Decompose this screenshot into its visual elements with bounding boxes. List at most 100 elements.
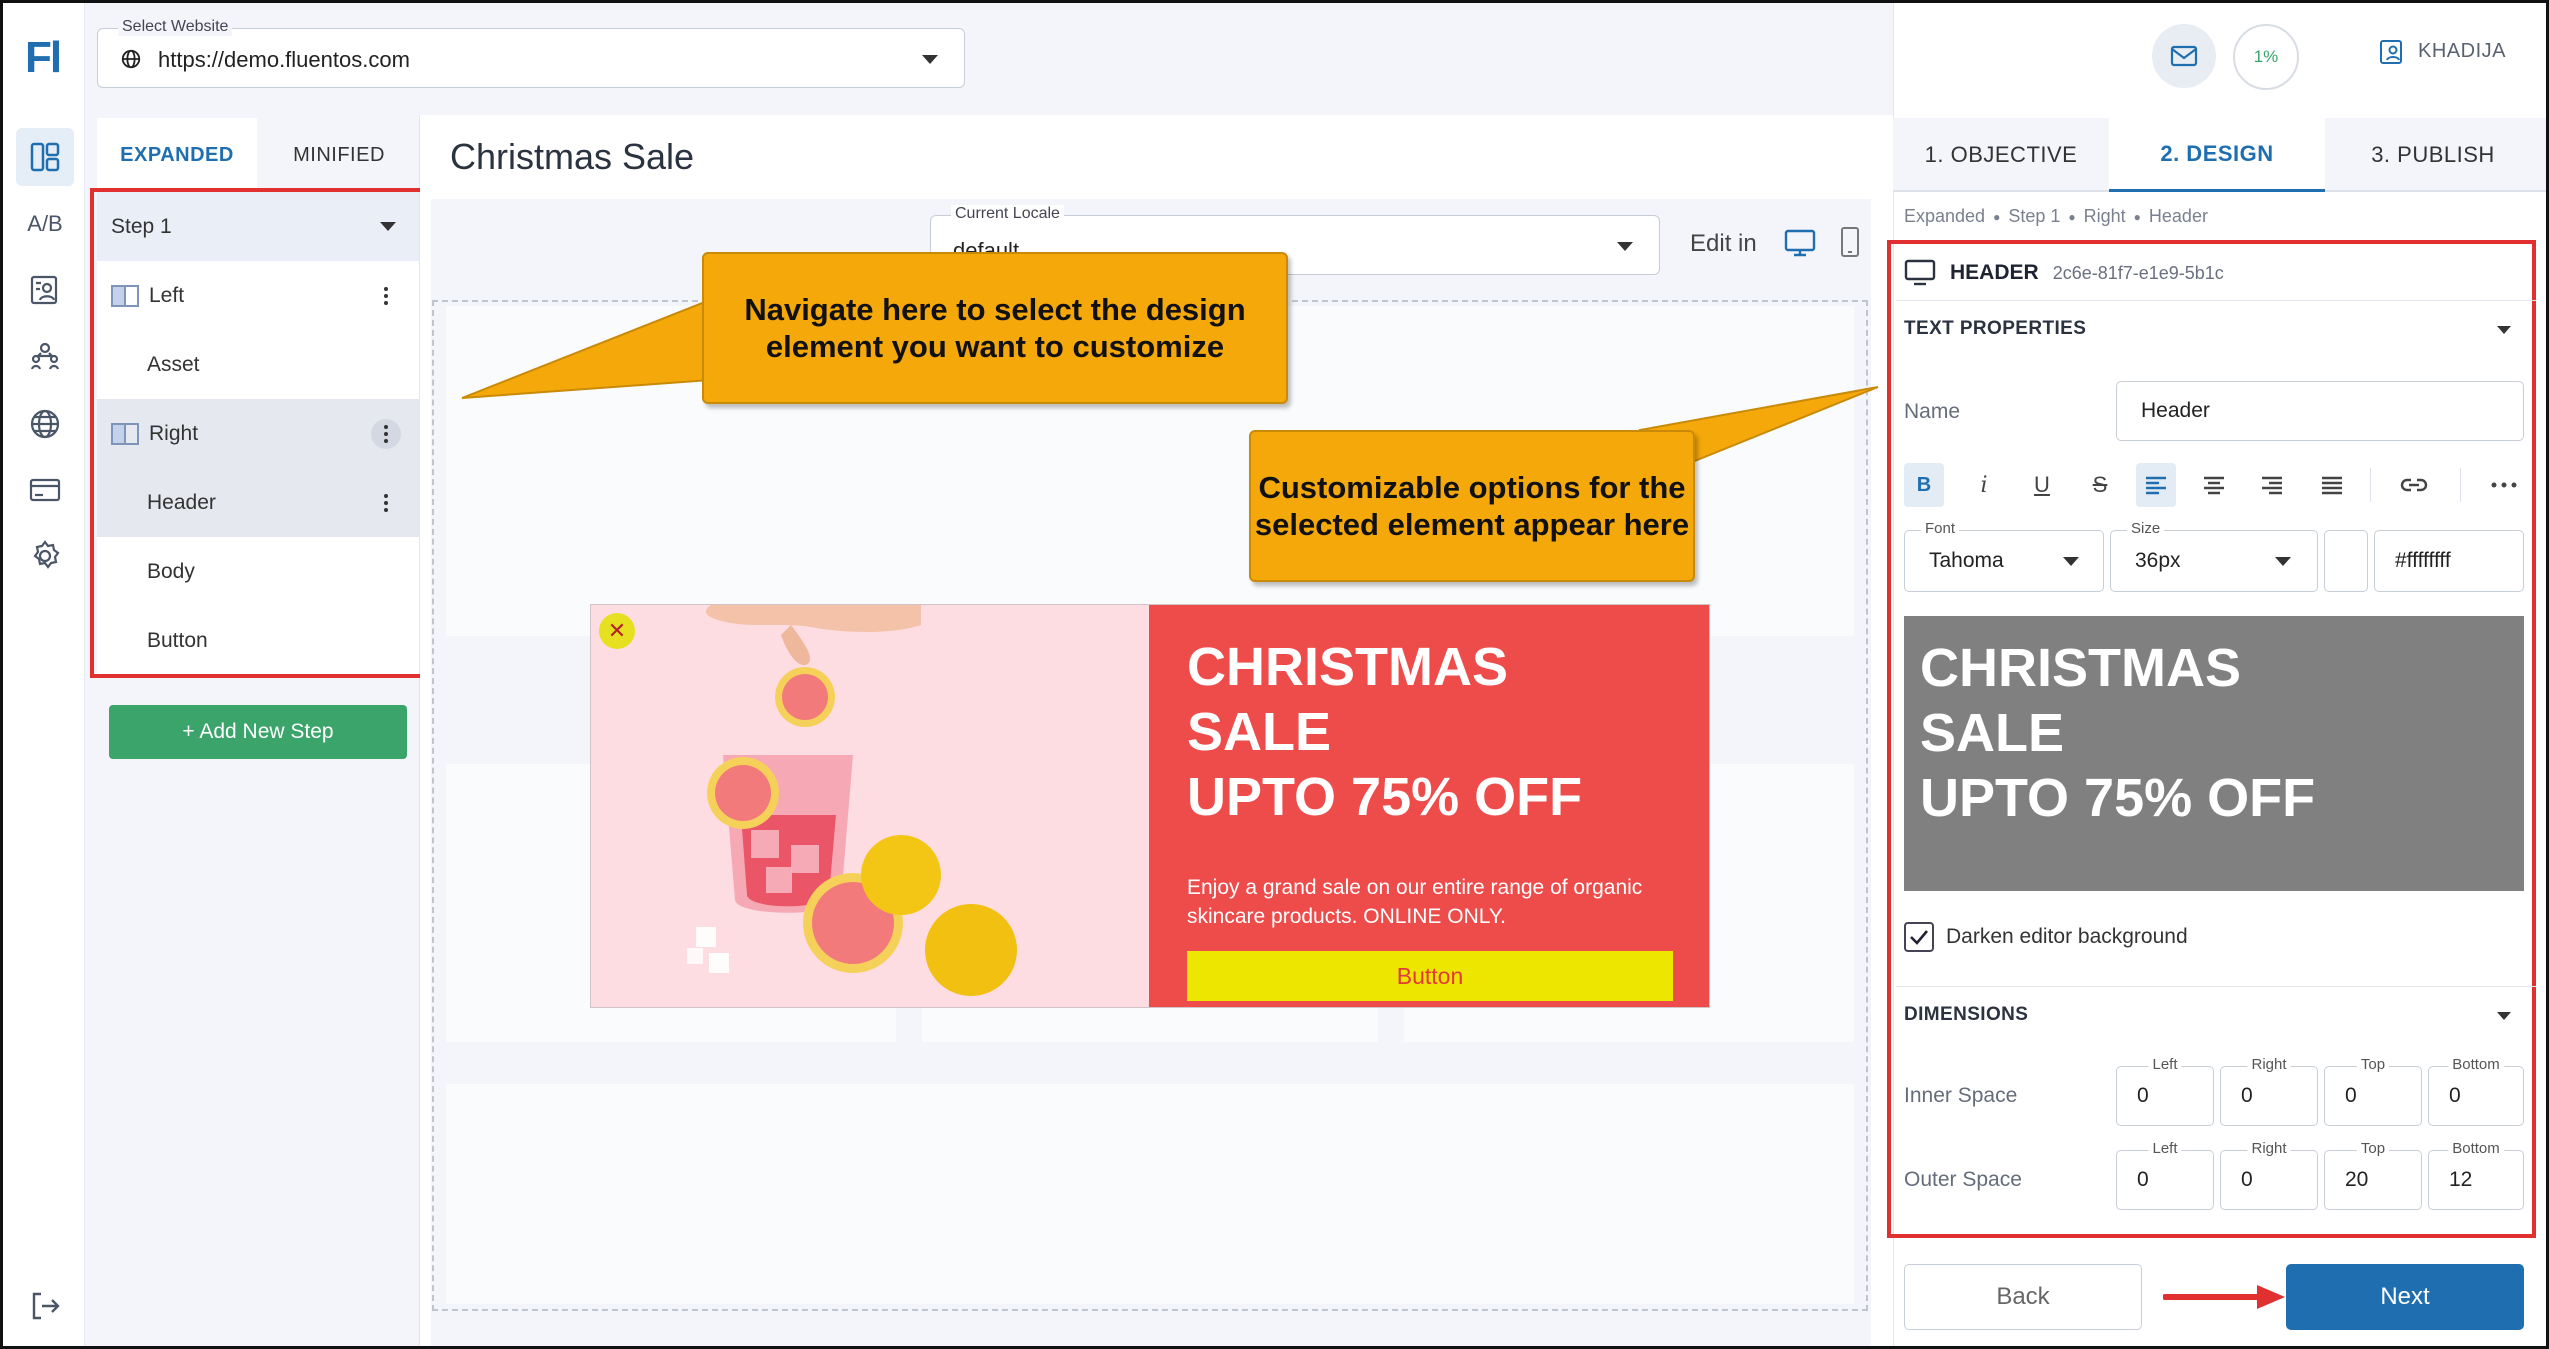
breadcrumb-item[interactable]: Right — [2084, 206, 2126, 226]
tab-minified[interactable]: MINIFIED — [259, 118, 419, 192]
breadcrumb: Expanded ● Step 1 ● Right ● Header — [1904, 206, 2208, 226]
inner-top-input[interactable]: Top 0 — [2324, 1056, 2422, 1126]
text-properties-title[interactable]: TEXT PROPERTIES — [1904, 318, 2086, 340]
popup-asset-image[interactable]: ✕ — [591, 605, 1149, 1007]
desktop-icon[interactable] — [1784, 228, 1816, 258]
name-input[interactable]: Header — [2116, 381, 2524, 441]
callout-right: Customizable options for the selected el… — [1249, 430, 1695, 582]
page-title: Christmas Sale — [450, 136, 695, 177]
size-select[interactable]: Size 36px — [2110, 520, 2318, 592]
field-value: 0 — [2241, 1168, 2253, 1191]
ab-test-icon[interactable]: A/B — [16, 195, 74, 253]
audience-icon[interactable] — [16, 328, 74, 386]
view-mode-tabs: EXPANDED MINIFIED — [97, 118, 419, 192]
popup-preview[interactable]: ✕ CHRISTMAS SALE UPTO 75% OFF Enjoy a gr… — [590, 604, 1710, 1008]
headline-line: SALE — [1187, 702, 1332, 762]
text-preview: CHRISTMAS SALE UPTO 75% OFF — [1904, 616, 2524, 891]
color-input[interactable]: #ffffffff — [2374, 530, 2524, 592]
outer-right-input[interactable]: Right 0 — [2220, 1140, 2318, 1210]
field-value: 0 — [2345, 1084, 2357, 1107]
link-button[interactable] — [2394, 463, 2434, 507]
divider — [1896, 986, 2536, 987]
breadcrumb-item[interactable]: Step 1 — [2008, 206, 2060, 226]
color-swatch[interactable] — [2324, 530, 2368, 592]
logout-icon[interactable] — [16, 1277, 74, 1335]
inner-right-input[interactable]: Right 0 — [2220, 1056, 2318, 1126]
tab-design[interactable]: 2. DESIGN — [2109, 118, 2325, 192]
selected-element-header: HEADER 2c6e-81f7-e1e9-5b1c — [1904, 258, 2224, 288]
preview-line: CHRISTMAS — [1920, 638, 2241, 698]
outer-left-input[interactable]: Left 0 — [2116, 1140, 2214, 1210]
inner-left-input[interactable]: Left 0 — [2116, 1056, 2214, 1126]
field-label: Top — [2356, 1140, 2390, 1157]
edit-in-label: Edit in — [1690, 230, 1757, 257]
mail-icon[interactable] — [2152, 24, 2216, 88]
outer-top-input[interactable]: Top 20 — [2324, 1140, 2422, 1210]
field-value: 0 — [2137, 1084, 2149, 1107]
italic-button[interactable]: i — [1964, 463, 2004, 507]
preview-line: UPTO 75% OFF — [1920, 768, 2316, 828]
tab-objective[interactable]: 1. OBJECTIVE — [1893, 118, 2109, 192]
align-left-button[interactable] — [2136, 463, 2176, 507]
gear-icon[interactable] — [16, 527, 74, 585]
popup-cta-button[interactable]: Button — [1187, 951, 1673, 1001]
field-label: Right — [2247, 1140, 2291, 1157]
user-profile-icon[interactable] — [2378, 38, 2406, 66]
more-options-button[interactable] — [2484, 463, 2524, 507]
align-center-icon — [2204, 476, 2224, 495]
breadcrumb-item[interactable]: Expanded — [1904, 206, 1985, 226]
popup-content: CHRISTMAS SALE UPTO 75% OFF Enjoy a gran… — [1149, 605, 1709, 1007]
more-horizontal-icon — [2491, 482, 2517, 488]
align-right-button[interactable] — [2252, 463, 2292, 507]
callout-pointer-left — [461, 298, 711, 399]
font-select-label: Font — [1921, 520, 1960, 537]
popup-headline[interactable]: CHRISTMAS SALE UPTO 75% OFF — [1187, 635, 1582, 830]
font-select[interactable]: Font Tahoma — [1904, 520, 2104, 592]
app-logo[interactable]: Fl — [25, 33, 62, 83]
darken-background-checkbox[interactable] — [1904, 922, 1934, 952]
contacts-icon[interactable] — [16, 261, 74, 319]
website-select[interactable]: Select Website https://demo.fluentos.com — [97, 18, 965, 88]
field-value: 0 — [2241, 1084, 2253, 1107]
popup-body-text[interactable]: Enjoy a grand sale on our entire range o… — [1187, 873, 1667, 931]
strikethrough-button[interactable]: S — [2080, 463, 2120, 507]
bold-button[interactable]: B — [1904, 463, 1944, 507]
toolbar-divider — [2460, 468, 2461, 502]
arrow-right-annotation — [2163, 1285, 2285, 1309]
justify-button[interactable] — [2312, 463, 2352, 507]
element-type: HEADER — [1950, 261, 2039, 284]
next-button[interactable]: Next — [2286, 1264, 2524, 1330]
card-icon[interactable] — [16, 461, 74, 519]
back-button[interactable]: Back — [1904, 1264, 2142, 1330]
font-select-value: Tahoma — [1929, 549, 2004, 572]
inner-bottom-input[interactable]: Bottom 0 — [2428, 1056, 2524, 1126]
underline-button[interactable]: U — [2022, 463, 2062, 507]
darken-background-label: Darken editor background — [1946, 925, 2188, 948]
field-value: 0 — [2137, 1168, 2149, 1191]
add-new-step-button[interactable]: + Add New Step — [109, 705, 407, 759]
align-left-icon — [2146, 476, 2166, 495]
icon-rail: Fl A/B — [3, 3, 85, 1346]
align-right-icon — [2262, 476, 2282, 495]
headline-line: CHRISTMAS — [1187, 637, 1508, 697]
chevron-down-icon — [922, 55, 938, 64]
popup-close-button[interactable]: ✕ — [599, 613, 635, 649]
field-label: Right — [2247, 1056, 2291, 1073]
layout-icon[interactable] — [16, 128, 74, 186]
field-label: Left — [2148, 1140, 2182, 1157]
website-select-label: Select Website — [118, 18, 233, 36]
tab-publish[interactable]: 3. PUBLISH — [2325, 118, 2541, 192]
dimensions-title[interactable]: DIMENSIONS — [1904, 1004, 2028, 1026]
chevron-down-icon[interactable] — [2497, 1012, 2511, 1020]
user-name[interactable]: KHADIJA — [2418, 40, 2506, 63]
link-icon — [2400, 478, 2428, 492]
tab-expanded[interactable]: EXPANDED — [97, 118, 257, 192]
outer-bottom-input[interactable]: Bottom 12 — [2428, 1140, 2524, 1210]
align-center-button[interactable] — [2194, 463, 2234, 507]
chevron-down-icon[interactable] — [2497, 326, 2511, 334]
justify-icon — [2322, 476, 2342, 495]
mobile-icon[interactable] — [1840, 226, 1860, 258]
globe-icon[interactable] — [16, 395, 74, 453]
element-id: 2c6e-81f7-e1e9-5b1c — [2052, 262, 2224, 283]
progress-indicator: 1% — [2233, 24, 2299, 90]
